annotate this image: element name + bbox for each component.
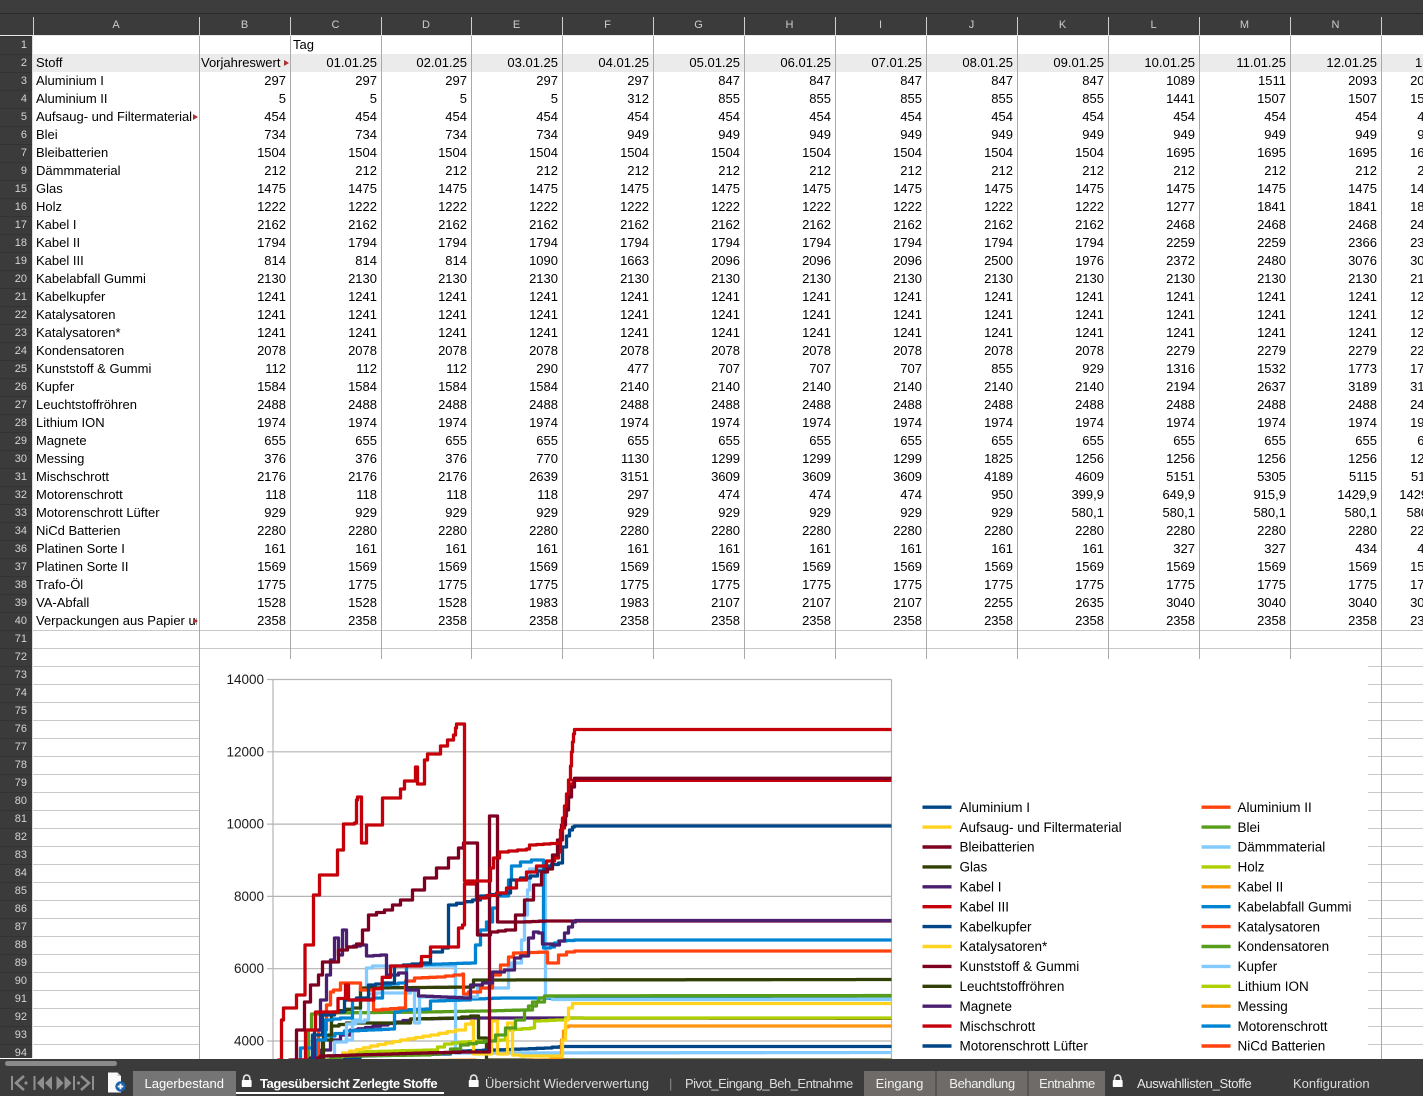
svg-text:Motorenschrott: Motorenschrott (1237, 1019, 1327, 1034)
svg-text:6000: 6000 (233, 961, 263, 976)
svg-text:12000: 12000 (226, 744, 264, 759)
svg-text:Glas: Glas (959, 860, 987, 875)
svg-text:Messing: Messing (1237, 999, 1287, 1014)
svg-text:Motorenschrott Lüfter: Motorenschrott Lüfter (959, 1039, 1088, 1054)
svg-text:Kondensatoren: Kondensatoren (1237, 939, 1329, 954)
svg-text:Aluminium II: Aluminium II (1237, 800, 1311, 815)
svg-text:Katalysatoren: Katalysatoren (1237, 919, 1320, 934)
svg-text:NiCd Batterien: NiCd Batterien (1237, 1039, 1325, 1054)
svg-text:4000: 4000 (233, 1034, 263, 1049)
svg-text:Kabel II: Kabel II (1237, 880, 1283, 895)
svg-text:Holz: Holz (1237, 860, 1264, 875)
svg-text:8000: 8000 (233, 889, 263, 904)
svg-text:Mischschrott: Mischschrott (959, 1019, 1035, 1034)
svg-text:Aluminium I: Aluminium I (959, 800, 1030, 815)
svg-text:Kupfer: Kupfer (1237, 959, 1277, 974)
svg-text:Kunststoff & Gummi: Kunststoff & Gummi (959, 959, 1079, 974)
svg-text:10000: 10000 (226, 817, 264, 832)
svg-text:Kabel I: Kabel I (959, 880, 1001, 895)
svg-text:Blei: Blei (1237, 820, 1260, 835)
svg-text:Dämmmaterial: Dämmmaterial (1237, 840, 1325, 855)
svg-text:Kabelabfall Gummi: Kabelabfall Gummi (1237, 899, 1351, 914)
svg-text:Bleibatterien: Bleibatterien (959, 840, 1034, 855)
svg-text:Aufsaug- und Filtermaterial: Aufsaug- und Filtermaterial (959, 820, 1121, 835)
svg-text:Leuchtstoffröhren: Leuchtstoffröhren (959, 979, 1064, 994)
svg-text:Magnete: Magnete (959, 999, 1012, 1014)
svg-text:Lithium ION: Lithium ION (1237, 979, 1308, 994)
svg-text:Kabelkupfer: Kabelkupfer (959, 919, 1032, 934)
svg-text:Kabel III: Kabel III (959, 899, 1009, 914)
svg-text:Katalysatoren*: Katalysatoren* (959, 939, 1048, 954)
svg-text:14000: 14000 (226, 672, 264, 687)
